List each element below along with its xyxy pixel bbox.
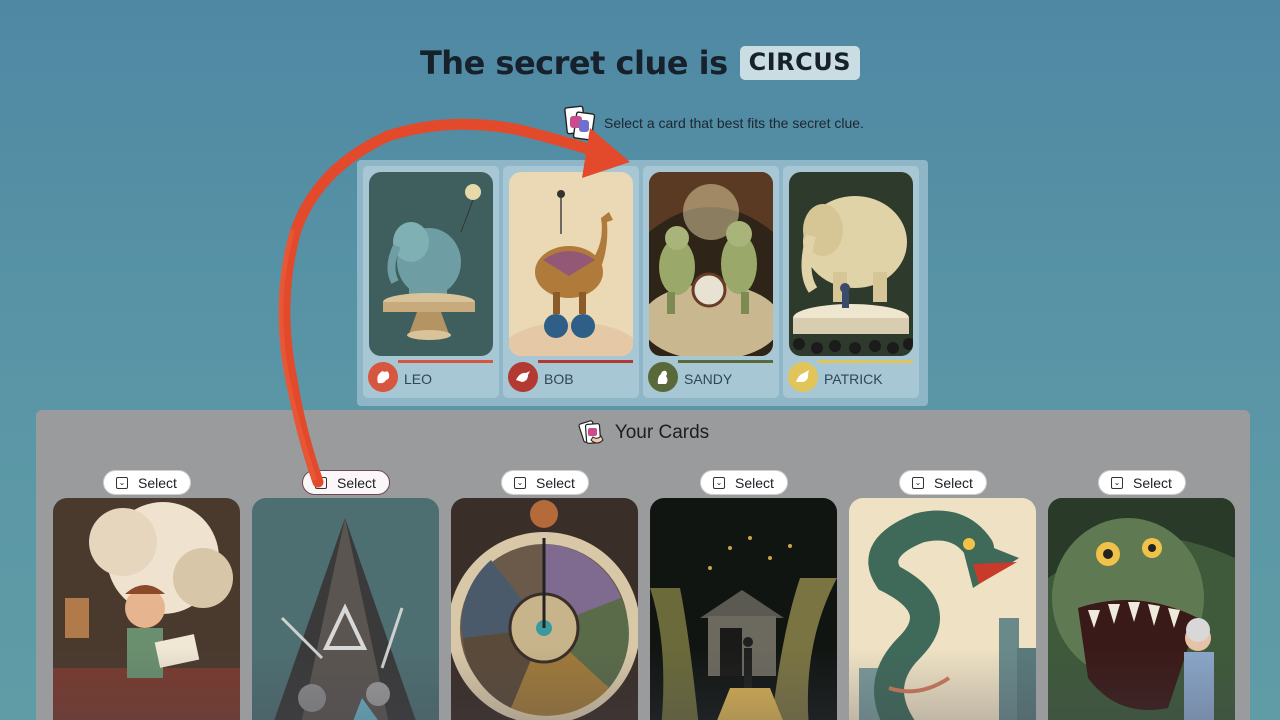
seal-icon [648,362,678,392]
player-tag-sandy: SANDY [648,360,773,392]
card-art-elephant-crowd [789,172,913,356]
hand-cards-icon [577,418,607,448]
card-art-wheel-fortune[interactable] [451,498,638,720]
clue-word-badge: CIRCUS [739,46,861,80]
your-cards-panel: Your Cards ⌄ Select ⌄ Select ⌄ Select ⌄ … [36,410,1250,720]
card-fade [53,648,240,720]
player-tag-bob: BOB [508,360,633,392]
card-fade [849,648,1036,720]
select-label: Select [536,474,575,491]
playing-cards-icon [564,104,596,142]
card-art-serpent-city[interactable] [849,498,1036,720]
checkbox-icon: ⌄ [1111,476,1124,489]
played-card-leo[interactable]: LEO [363,166,499,398]
player-color-line [678,360,773,363]
hand-card: ⌄ Select [451,470,638,720]
select-label: Select [934,474,973,491]
played-card-patrick[interactable]: PATRICK [783,166,919,398]
your-cards-title: Your Cards [614,422,710,443]
player-color-line [818,360,913,363]
played-cards-board: LEO BOB SANDY PATRICK [357,160,928,406]
player-tag-leo: LEO [368,360,493,392]
clue-title-text: The secret clue is [419,44,728,82]
card-art-monster-woman[interactable] [1048,498,1235,720]
card-fade [252,648,439,720]
player-name: BOB [544,371,574,387]
player-name: SANDY [684,371,733,387]
card-fade [451,648,638,720]
player-color-line [538,360,633,363]
card-art-dinosaur-band [649,172,773,356]
select-label: Select [1133,474,1172,491]
card-art-pyramid-objects[interactable] [252,498,439,720]
played-card-sandy[interactable]: SANDY [643,166,779,398]
player-color-line [398,360,493,363]
instruction-text: Select a card that best fits the secret … [604,115,864,131]
checkbox-icon: ⌄ [514,476,527,489]
card-fade [1048,648,1235,720]
select-label: Select [735,474,774,491]
card-art-boy-reading[interactable] [53,498,240,720]
player-name: LEO [404,371,433,387]
player-name: PATRICK [824,371,883,387]
select-button[interactable]: ⌄ Select [898,470,987,495]
eagle-icon [788,362,818,392]
bird-icon [508,362,538,392]
played-card-bob[interactable]: BOB [503,166,639,398]
checkbox-icon: ⌄ [912,476,925,489]
checkbox-icon: ⌄ [713,476,726,489]
hand-card: ⌄ Select [849,470,1036,720]
instruction-row: Select a card that best fits the secret … [0,104,1280,142]
hand-card: ⌄ Select [53,470,240,720]
select-button[interactable]: ⌄ Select [500,470,589,495]
card-fade [650,648,837,720]
checkbox-icon: ⌄ [315,476,328,489]
card-art-elephant-pedestal [369,172,493,356]
select-label: Select [138,474,177,491]
your-cards-header: Your Cards [36,418,1250,448]
card-art-camel-balls [509,172,633,356]
checkbox-icon: ⌄ [116,476,129,489]
hand-card: ⌄ Select [252,470,439,720]
clue-header: The secret clue is CIRCUS [0,44,1280,82]
select-button[interactable]: ⌄ Select [1097,470,1186,495]
select-label: Select [337,474,376,491]
select-button[interactable]: ⌄ Select [102,470,191,495]
select-button[interactable]: ⌄ Select [301,470,390,495]
hand-card: ⌄ Select [1048,470,1235,720]
select-button[interactable]: ⌄ Select [699,470,788,495]
player-tag-patrick: PATRICK [788,360,913,392]
hand-card: ⌄ Select [650,470,837,720]
squirrel-icon [368,362,398,392]
card-art-shed-cornfield[interactable] [650,498,837,720]
hand-card-row: ⌄ Select ⌄ Select ⌄ Select ⌄ Select ⌄ Se… [53,470,1235,720]
